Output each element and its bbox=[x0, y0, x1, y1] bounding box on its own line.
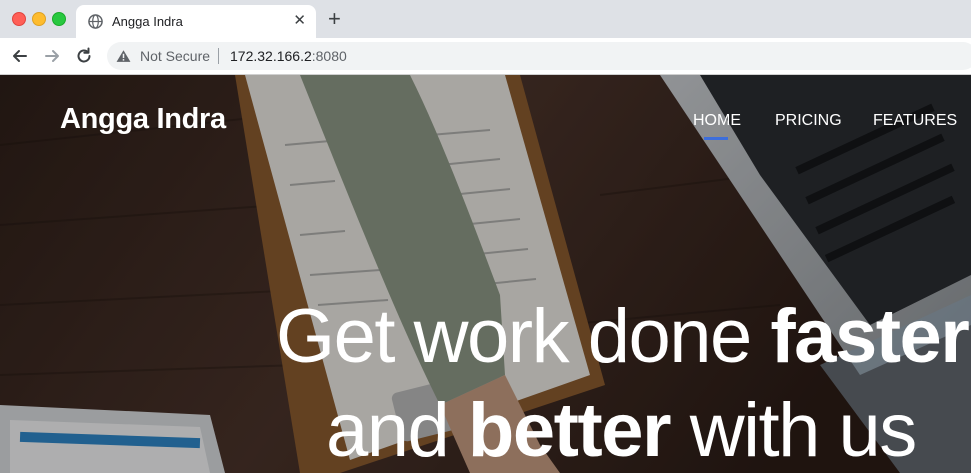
url-text[interactable]: 172.32.166.2:8080 bbox=[230, 48, 347, 64]
maximize-window-button[interactable] bbox=[52, 12, 66, 26]
url-port: :8080 bbox=[311, 48, 347, 64]
headline-light-2b: with us bbox=[670, 388, 918, 473]
omnibox-divider bbox=[218, 48, 219, 64]
hero-section: Angga Indra HOME PRICING FEATURES Get wo… bbox=[0, 75, 971, 473]
warning-icon[interactable] bbox=[116, 49, 131, 63]
minimize-window-button[interactable] bbox=[32, 12, 46, 26]
headline-bold-faster: faster bbox=[770, 294, 970, 379]
reload-icon[interactable] bbox=[74, 46, 94, 66]
hero-headline-line2: and better with us bbox=[326, 393, 917, 469]
tab-close-icon[interactable]: ✕ bbox=[293, 13, 306, 29]
tab-title: Angga Indra bbox=[112, 14, 183, 29]
address-bar[interactable]: Not Secure 172.32.166.2:8080 bbox=[107, 42, 971, 70]
nav-active-indicator bbox=[704, 137, 728, 140]
url-host: 172.32.166.2 bbox=[230, 48, 312, 64]
new-tab-button[interactable]: + bbox=[328, 7, 341, 31]
nav-home-link[interactable]: HOME bbox=[693, 112, 741, 130]
hero-headline-line1: Get work done faster bbox=[276, 299, 970, 375]
close-window-button[interactable] bbox=[12, 12, 26, 26]
browser-toolbar: Not Secure 172.32.166.2:8080 bbox=[0, 38, 971, 75]
nav-features-link[interactable]: FEATURES bbox=[873, 112, 957, 130]
headline-light-2a: and bbox=[326, 388, 468, 473]
back-arrow-icon[interactable] bbox=[10, 46, 30, 66]
globe-icon bbox=[88, 14, 103, 29]
site-brand-logo[interactable]: Angga Indra bbox=[60, 103, 226, 136]
nav-pricing-link[interactable]: PRICING bbox=[775, 112, 842, 130]
security-status[interactable]: Not Secure bbox=[140, 48, 210, 64]
browser-tab[interactable]: Angga Indra ✕ bbox=[76, 5, 316, 38]
forward-arrow-icon[interactable] bbox=[42, 46, 62, 66]
headline-bold-better: better bbox=[467, 388, 672, 473]
headline-light-1: Get work done bbox=[276, 294, 771, 379]
browser-tab-bar: Angga Indra ✕ + bbox=[0, 0, 971, 38]
